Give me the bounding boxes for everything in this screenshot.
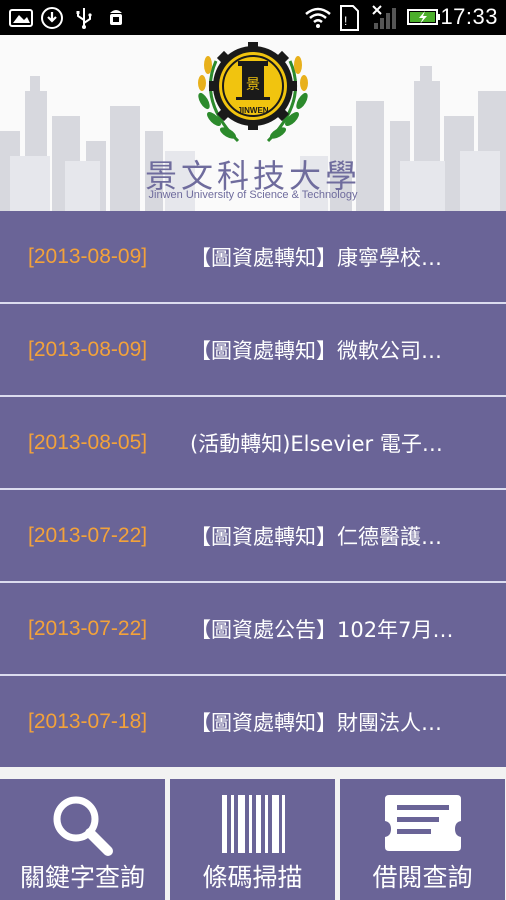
ticket-icon xyxy=(384,795,461,851)
news-list[interactable]: [2013-08-09] 【圖資處轉知】康寧學校… [2013-08-09] 【… xyxy=(0,211,506,769)
news-date: [2013-07-22] xyxy=(28,523,148,547)
status-right-icons: ! 17:33 xyxy=(304,4,498,31)
svg-text:景: 景 xyxy=(246,77,260,93)
list-item[interactable]: [2013-07-18] 【圖資處轉知】財團法人… xyxy=(0,676,506,769)
news-title: 【圖資處轉知】康寧學校… xyxy=(190,245,442,270)
news-date: [2013-08-05] xyxy=(28,430,148,454)
android-debug-icon xyxy=(104,6,128,30)
keyword-search-label: 關鍵字查詢 xyxy=(19,863,145,892)
download-icon xyxy=(40,6,64,30)
news-title: 【圖資處公告】102年7月… xyxy=(190,617,454,642)
usb-icon xyxy=(72,6,96,30)
list-item[interactable]: [2013-08-05] (活動轉知)Elsevier 電子… xyxy=(0,397,506,490)
wifi-icon xyxy=(304,5,332,29)
list-item[interactable]: [2013-07-22] 【圖資處轉知】仁德醫護… xyxy=(0,490,506,583)
news-date: [2013-07-22] xyxy=(28,616,148,640)
news-date: [2013-08-09] xyxy=(28,337,148,361)
app-header: 景 JINWEN 景文科技大學 Jinwen University of Sci… xyxy=(0,35,506,211)
barcode-icon xyxy=(221,795,285,853)
news-title: 【圖資處轉知】微軟公司… xyxy=(190,338,442,363)
list-divider xyxy=(0,767,506,779)
signal-icon xyxy=(372,5,397,29)
university-logo: 景 JINWEN xyxy=(198,42,308,143)
news-title: 【圖資處轉知】仁德醫護… xyxy=(190,524,442,549)
status-left-icons xyxy=(8,6,128,30)
news-title: 【圖資處轉知】財團法人… xyxy=(190,710,442,735)
list-item[interactable]: [2013-07-22] 【圖資處公告】102年7月… xyxy=(0,583,506,676)
borrow-query-label: 借閱查詢 xyxy=(372,863,473,892)
logo-text: JINWEN xyxy=(237,106,268,115)
svg-text:!: ! xyxy=(344,14,347,28)
list-item[interactable]: [2013-08-09] 【圖資處轉知】康寧學校… xyxy=(0,211,506,304)
search-icon xyxy=(53,796,113,856)
university-name-english: Jinwen University of Science & Technolog… xyxy=(148,189,358,201)
clock: 17:33 xyxy=(440,4,498,29)
keyword-search-button[interactable]: 關鍵字查詢 xyxy=(0,779,165,900)
photo-icon xyxy=(8,6,33,30)
bottom-nav: 關鍵字查詢 條碼掃描 借閱查詢 xyxy=(0,779,506,900)
news-date: [2013-08-09] xyxy=(28,244,148,268)
sim-icon: ! xyxy=(338,5,362,31)
borrow-query-button[interactable]: 借閱查詢 xyxy=(340,779,505,900)
news-date: [2013-07-18] xyxy=(28,709,148,733)
list-item[interactable]: [2013-08-09] 【圖資處轉知】微軟公司… xyxy=(0,304,506,397)
barcode-scan-label: 條碼掃描 xyxy=(202,863,303,892)
barcode-scan-button[interactable]: 條碼掃描 xyxy=(170,779,335,900)
battery-charging-icon xyxy=(406,5,441,29)
news-title: (活動轉知)Elsevier 電子… xyxy=(190,431,443,456)
status-bar: ! 17:33 xyxy=(0,0,506,35)
